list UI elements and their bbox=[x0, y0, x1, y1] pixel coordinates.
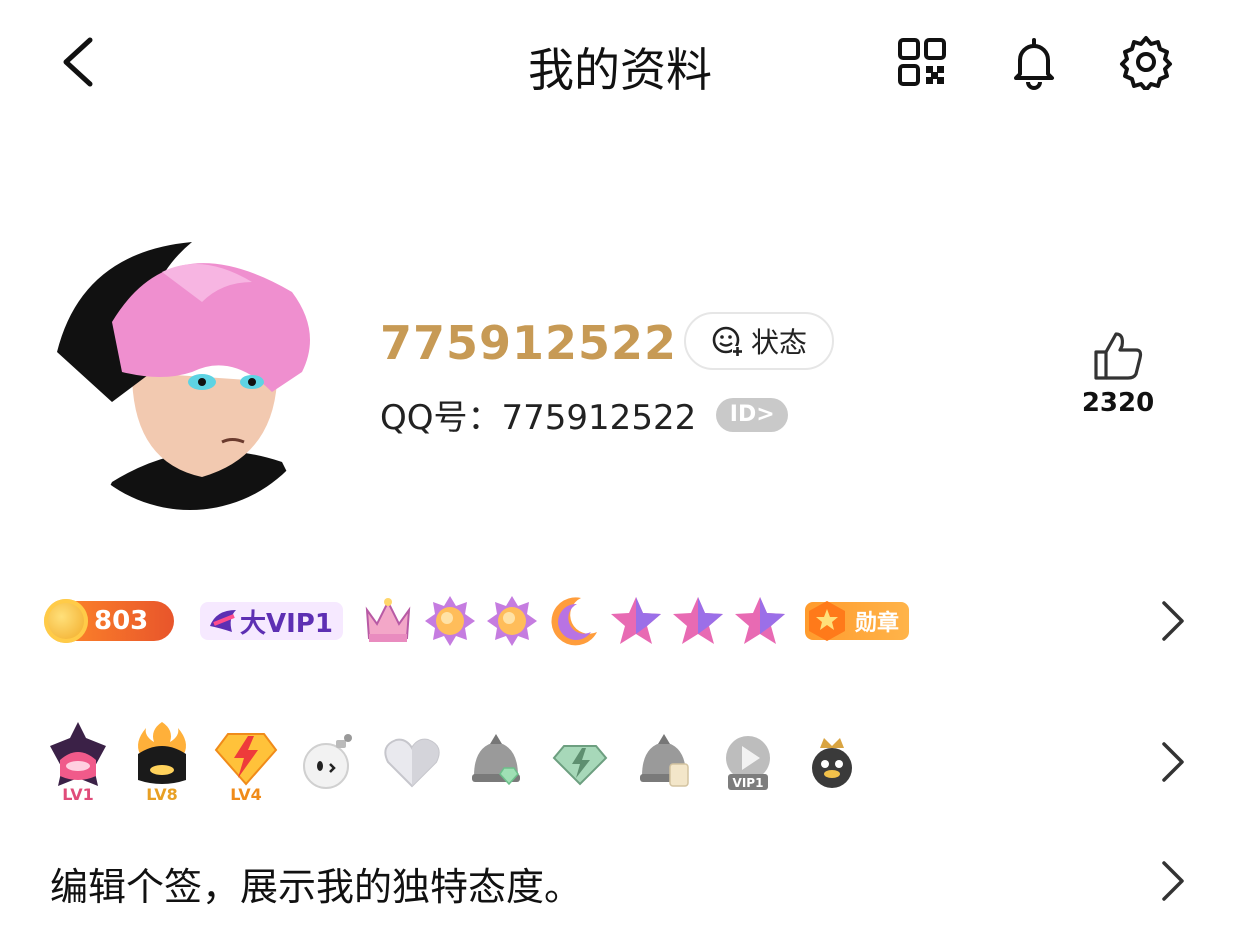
signature-text: 编辑个签，展示我的独特态度。 bbox=[50, 865, 583, 909]
qq-number-row: QQ号：775912522 ID> bbox=[380, 390, 789, 439]
chevron-right-icon bbox=[1162, 742, 1184, 782]
badge-row-levels[interactable]: 803 大VIP1 勋章 bbox=[44, 576, 1196, 666]
bomb-face-icon bbox=[303, 734, 352, 789]
diamond-icon bbox=[552, 745, 608, 786]
qr-code-button[interactable] bbox=[894, 34, 950, 90]
bell-icon bbox=[1014, 38, 1054, 90]
medal-icon bbox=[808, 601, 845, 641]
coin-value: 803 bbox=[94, 606, 149, 636]
medal-badge: 勋章 bbox=[804, 601, 909, 641]
vip-logo-icon bbox=[210, 610, 236, 632]
star-icon bbox=[672, 597, 723, 644]
star-icon bbox=[734, 597, 785, 644]
like-button[interactable] bbox=[1080, 328, 1156, 388]
sun-icon bbox=[486, 596, 537, 646]
avatar[interactable] bbox=[52, 232, 328, 512]
svg-text:LV8: LV8 bbox=[146, 785, 178, 804]
status-label: 状态 bbox=[750, 326, 807, 359]
qq-number: QQ号：775912522 bbox=[380, 398, 697, 438]
settings-button[interactable] bbox=[1118, 34, 1174, 92]
crown-icon bbox=[365, 598, 411, 642]
coin-badge: 803 bbox=[44, 599, 174, 643]
heart-icon bbox=[384, 738, 440, 788]
gear-icon bbox=[1120, 36, 1172, 92]
id-badge[interactable]: ID> bbox=[716, 397, 789, 432]
svg-text:LV4: LV4 bbox=[230, 785, 262, 804]
nickname: 775912522 bbox=[380, 316, 678, 370]
notification-button[interactable] bbox=[1006, 34, 1062, 90]
video-vip-icon: VIP1 bbox=[726, 736, 770, 790]
moon-icon bbox=[551, 597, 597, 646]
sun-icon bbox=[424, 596, 475, 646]
vip-label: 大VIP1 bbox=[240, 608, 333, 639]
vip-badge: 大VIP1 bbox=[200, 602, 343, 640]
like-count: 2320 bbox=[1081, 388, 1155, 418]
game-lv1-icon: LV1 bbox=[50, 722, 106, 804]
svg-text:LV1: LV1 bbox=[62, 785, 94, 804]
badge-row-services[interactable]: LV1 LV8 LV4 VIP1 bbox=[46, 712, 1196, 812]
medal-label: 勋章 bbox=[854, 611, 899, 636]
chevron-right-icon bbox=[1162, 861, 1184, 901]
status-button[interactable]: 状态 bbox=[684, 312, 834, 370]
lightning-diamond-icon: LV4 bbox=[214, 733, 278, 804]
penguin-crown-icon bbox=[812, 738, 852, 788]
thumbs-up-icon bbox=[1094, 332, 1143, 380]
qr-code-icon bbox=[898, 38, 946, 86]
svg-text:VIP1: VIP1 bbox=[733, 776, 764, 790]
star-icon bbox=[610, 597, 661, 644]
coin-icon bbox=[44, 599, 88, 643]
helmet-note-icon bbox=[640, 734, 689, 787]
helmet-gem-icon bbox=[472, 734, 520, 786]
chevron-right-icon bbox=[1162, 601, 1184, 641]
game-lv8-icon: LV8 bbox=[138, 722, 186, 804]
smiley-add-icon bbox=[712, 326, 743, 357]
